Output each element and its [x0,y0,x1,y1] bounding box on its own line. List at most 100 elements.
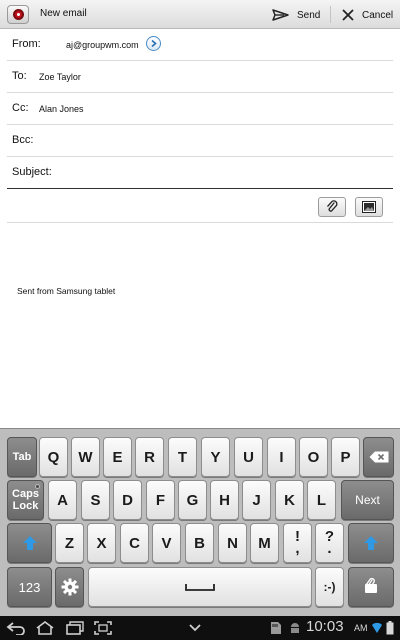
send-button[interactable]: Send [272,6,320,24]
action-bar-title: New email [40,8,87,19]
close-icon [342,9,354,21]
key-o[interactable]: O [299,437,328,477]
insert-image-button[interactable] [355,197,383,217]
key-r[interactable]: R [135,437,164,477]
key-q[interactable]: Q [39,437,68,477]
battery-status-icon [386,619,394,637]
key-i[interactable]: I [267,437,296,477]
key-d[interactable]: D [113,480,142,520]
key-backspace[interactable] [363,437,394,477]
battery-icon [386,621,394,635]
to-row[interactable]: To: Zoe Taylor [7,61,393,93]
subject-label: Subject: [12,166,52,178]
android-icon [291,623,299,633]
key-smiley[interactable]: :-) [315,567,344,607]
shift-arrow-icon [364,536,378,550]
key-z[interactable]: Z [55,523,84,563]
key-t[interactable]: T [168,437,197,477]
on-screen-keyboard: Tab Q W E R T Y U I O P Caps Lock A S D … [0,428,400,616]
nav-back-button[interactable] [6,619,26,637]
recent-apps-icon [66,621,84,635]
wifi-status-icon [372,619,382,637]
key-e[interactable]: E [103,437,132,477]
nav-keyboard-hide-button[interactable] [188,619,202,637]
key-p[interactable]: P [331,437,360,477]
key-exclamation-comma[interactable]: ! , [283,523,312,563]
key-l[interactable]: L [307,480,336,520]
status-ampm: AM [354,623,368,633]
cc-label: Cc: [12,102,29,114]
key-j[interactable]: J [242,480,271,520]
key-y[interactable]: Y [201,437,230,477]
system-nav-bar: 10:03 AM [0,616,400,640]
key-shift-left[interactable] [7,523,52,563]
key-space[interactable] [88,567,312,607]
from-label: From: [12,38,41,50]
email-app-icon[interactable] [7,5,29,24]
cancel-button[interactable]: Cancel [342,6,393,24]
key-v[interactable]: V [152,523,181,563]
key-shift-right[interactable] [348,523,394,563]
key-m[interactable]: M [250,523,279,563]
key-a[interactable]: A [48,480,77,520]
key-f[interactable]: F [146,480,175,520]
key-u[interactable]: U [234,437,263,477]
key-next[interactable]: Next [341,480,394,520]
image-icon [362,201,376,213]
key-punct-bottom: . [327,540,332,557]
storage-notification-icon[interactable] [270,619,282,637]
key-k[interactable]: K [275,480,304,520]
key-numbers[interactable]: 123 [7,567,52,607]
key-n[interactable]: N [218,523,247,563]
gear-icon [61,578,78,596]
key-w[interactable]: W [71,437,100,477]
key-b[interactable]: B [185,523,214,563]
nav-recent-apps-button[interactable] [66,619,84,637]
to-recipient[interactable]: Zoe Taylor [39,72,81,82]
action-divider [330,6,331,23]
attach-file-button[interactable] [318,197,346,217]
key-g[interactable]: G [178,480,207,520]
key-x[interactable]: X [87,523,116,563]
back-icon [6,622,25,635]
key-h[interactable]: H [210,480,239,520]
bcc-row[interactable]: Bcc: [7,125,393,157]
android-debug-notification-icon[interactable] [288,619,302,637]
home-icon [36,621,54,635]
cc-recipient[interactable]: Alan Jones [39,104,84,114]
account-chevron-right-icon[interactable] [146,36,161,51]
shift-arrow-icon [22,536,37,550]
key-c[interactable]: C [120,523,149,563]
subject-row[interactable]: Subject: [7,157,393,189]
bcc-label: Bcc: [12,134,34,146]
email-body[interactable] [7,223,393,423]
key-punct-bottom: , [295,540,300,557]
send-label: Send [297,9,321,21]
from-account[interactable]: aj@groupwm.com [66,40,139,50]
backspace-icon [369,451,388,463]
cancel-label: Cancel [362,9,394,21]
email-signature: Sent from Samsung tablet [17,286,116,296]
screen-capture-icon [94,621,112,635]
nav-screenshot-button[interactable] [94,619,112,637]
key-caps-lock[interactable]: Caps Lock [7,480,44,520]
action-bar: New email Send Cancel [0,0,400,29]
paperclip-icon [327,200,338,212]
status-clock: 10:03 [306,618,344,635]
key-s[interactable]: S [81,480,110,520]
key-question-period[interactable]: ? . [315,523,344,563]
cc-row[interactable]: Cc: Alan Jones [7,93,393,125]
nav-home-button[interactable] [36,619,54,637]
caps-lock-line2: Lock [12,500,39,512]
wifi-icon [372,622,382,633]
attachment-row [7,190,393,223]
chevron-down-icon [189,624,201,632]
clipboard-clip-icon [365,578,377,593]
sd-card-icon [271,622,281,634]
key-settings[interactable] [55,567,84,607]
caps-lock-line1: Caps [12,488,39,500]
key-clipboard[interactable] [348,567,394,607]
key-tab[interactable]: Tab [7,437,37,477]
caps-lock-indicator-icon [35,484,40,489]
from-row: From: aj@groupwm.com [7,29,393,61]
